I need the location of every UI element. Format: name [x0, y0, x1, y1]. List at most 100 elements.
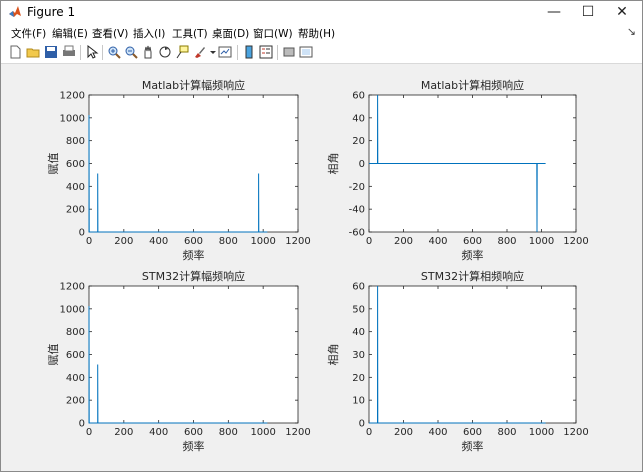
x-tick-label: 1000	[250, 236, 275, 247]
figure-window: Figure 1 — ☐ ✕ 文件(F) 编辑(E) 查看(V) 插入(I) 工…	[0, 0, 643, 472]
x-axis-label: 频率	[462, 248, 484, 262]
menu-edit[interactable]: 编辑(E)	[52, 26, 88, 41]
minimize-icon: —	[547, 4, 561, 20]
chart-title: STM32计算幅频响应	[142, 269, 245, 283]
y-tick-label: 20	[352, 136, 365, 147]
chart-title: STM32计算相频响应	[421, 269, 524, 283]
y-tick-label: 1000	[60, 113, 85, 124]
x-tick-label: 1200	[285, 236, 310, 247]
pan-icon[interactable]	[140, 44, 156, 60]
x-tick-label: 200	[114, 236, 133, 247]
y-tick-label: 1000	[60, 304, 85, 315]
link-plot-icon[interactable]	[217, 44, 233, 60]
y-tick-label: 600	[66, 350, 85, 361]
figure-canvas[interactable]: 0 200 400 600 800 1000 1200 0 200 400 600 800 1000 12…	[1, 64, 642, 471]
x-tick-label: 0	[86, 236, 92, 247]
title-bar[interactable]: Figure 1 — ☐ ✕	[1, 1, 642, 23]
x-tick-label: 600	[184, 236, 203, 247]
close-button[interactable]: ✕	[605, 1, 639, 23]
x-tick-label: 400	[428, 236, 447, 247]
minimize-button[interactable]: —	[537, 1, 571, 23]
y-tick-label: -60	[349, 228, 365, 239]
x-tick-label: 0	[366, 236, 372, 247]
menu-file[interactable]: 文件(F)	[11, 26, 46, 41]
y-axis-label: 赋值	[47, 344, 60, 366]
y-axis-label: 赋值	[47, 153, 60, 175]
y-tick-label: 0	[359, 159, 365, 170]
y-tick-label: 1200	[60, 91, 85, 102]
toolbar-separator	[102, 45, 103, 60]
colorbar-icon[interactable]	[241, 44, 257, 60]
x-tick-label: 800	[497, 427, 516, 438]
show-plot-tools-icon[interactable]	[298, 44, 314, 60]
y-tick-label: 60	[352, 91, 365, 102]
zoom-in-icon[interactable]	[106, 44, 122, 60]
x-tick-label: 200	[394, 236, 413, 247]
plot-area	[88, 94, 299, 233]
legend-icon[interactable]	[258, 44, 274, 60]
y-tick-label: 0	[79, 228, 85, 239]
menu-view[interactable]: 查看(V)	[92, 26, 128, 41]
y-tick-label: 30	[352, 350, 365, 361]
new-figure-icon[interactable]	[7, 44, 23, 60]
y-tick-label: -40	[349, 205, 365, 216]
axes-0	[88, 94, 299, 233]
x-axis-label: 频率	[183, 439, 205, 453]
x-tick-label: 1200	[563, 236, 588, 247]
y-tick-label: 0	[79, 419, 85, 430]
menu-help[interactable]: 帮助(H)	[298, 26, 335, 41]
menu-tools[interactable]: 工具(T)	[172, 26, 208, 41]
axes-3	[368, 285, 577, 424]
menu-window[interactable]: 窗口(W)	[253, 26, 293, 41]
maximize-icon: ☐	[581, 4, 595, 20]
x-tick-label: 400	[149, 236, 168, 247]
axes-2	[88, 285, 299, 424]
y-axis-label: 相角	[327, 344, 340, 366]
y-tick-label: 0	[359, 419, 365, 430]
figure-toolbar	[1, 42, 642, 64]
toolbar-separator	[277, 45, 278, 60]
print-icon[interactable]	[61, 44, 77, 60]
matlab-logo-icon	[9, 6, 21, 17]
x-tick-label: 1000	[529, 427, 554, 438]
x-tick-label: 1000	[250, 427, 275, 438]
maximize-button[interactable]: ☐	[571, 1, 605, 23]
data-cursor-icon[interactable]	[174, 44, 190, 60]
x-tick-label: 400	[428, 427, 447, 438]
y-tick-label: 600	[66, 159, 85, 170]
menu-bar: 文件(F) 编辑(E) 查看(V) 插入(I) 工具(T) 桌面(D) 窗口(W…	[1, 23, 642, 42]
pointer-icon[interactable]	[84, 44, 100, 60]
x-tick-label: 800	[497, 236, 516, 247]
x-tick-label: 200	[114, 427, 133, 438]
y-tick-label: -20	[349, 182, 365, 193]
menu-desktop[interactable]: 桌面(D)	[212, 26, 249, 41]
zoom-out-icon[interactable]	[123, 44, 139, 60]
y-tick-label: 200	[66, 396, 85, 407]
y-tick-label: 40	[352, 113, 365, 124]
y-tick-label: 40	[352, 327, 365, 338]
window-title: Figure 1	[27, 5, 76, 19]
y-tick-label: 20	[352, 373, 365, 384]
y-tick-label: 50	[352, 304, 365, 315]
x-tick-label: 800	[219, 236, 238, 247]
x-tick-label: 1200	[285, 427, 310, 438]
close-icon: ✕	[616, 4, 628, 20]
x-tick-label: 1000	[529, 236, 554, 247]
open-file-icon[interactable]	[25, 44, 41, 60]
x-tick-label: 0	[366, 427, 372, 438]
x-tick-label: 1200	[563, 427, 588, 438]
x-axis-label: 频率	[462, 439, 484, 453]
chart-title: Matlab计算幅频响应	[142, 78, 245, 92]
save-icon[interactable]	[43, 44, 59, 60]
menu-insert[interactable]: 插入(I)	[133, 26, 165, 41]
y-tick-label: 800	[66, 327, 85, 338]
hide-plot-tools-icon[interactable]	[281, 44, 297, 60]
rotate-3d-icon[interactable]	[157, 44, 173, 60]
y-tick-label: 800	[66, 136, 85, 147]
x-tick-label: 400	[149, 427, 168, 438]
y-axis-label: 相角	[327, 153, 340, 175]
x-tick-label: 600	[463, 427, 482, 438]
y-tick-label: 60	[352, 282, 365, 293]
figure-plots: 0 200 400 600 800 1000 12000200400600800100012…	[47, 78, 589, 453]
dock-arrow-icon[interactable]: ↘	[627, 25, 636, 38]
